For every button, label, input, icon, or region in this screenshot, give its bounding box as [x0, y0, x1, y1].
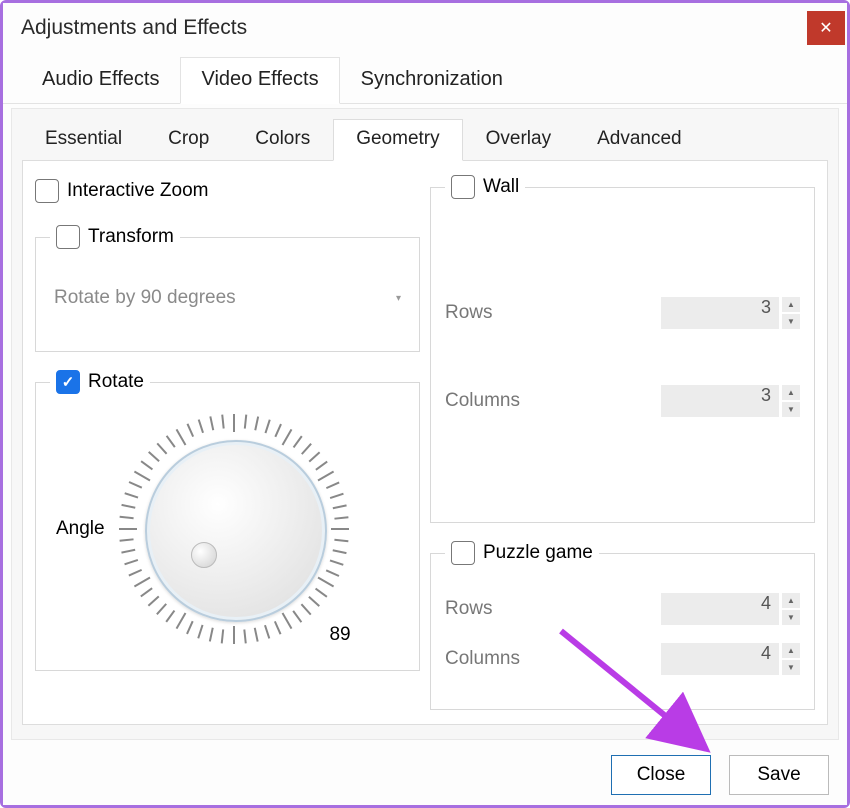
window-title: Adjustments and Effects — [21, 16, 247, 40]
wall-cols-label: Columns — [445, 390, 520, 412]
save-button[interactable]: Save — [729, 755, 829, 795]
tab-audio-effects[interactable]: Audio Effects — [21, 57, 180, 103]
tab-crop[interactable]: Crop — [145, 119, 232, 160]
caret-up-icon: ▲ — [787, 646, 795, 655]
puzzle-rows-label: Rows — [445, 598, 493, 620]
dial-face[interactable] — [145, 440, 327, 622]
dial-indicator-icon — [191, 542, 217, 568]
caret-up-icon: ▲ — [787, 596, 795, 605]
puzzle-checkbox[interactable] — [451, 541, 475, 565]
tab-overlay[interactable]: Overlay — [463, 119, 574, 160]
wall-rows-value[interactable]: 3 — [661, 297, 779, 329]
close-icon: ✕ — [819, 18, 832, 38]
wall-cols-down[interactable]: ▼ — [782, 402, 800, 417]
puzzle-rows-spinner[interactable]: 4 ▲ ▼ — [661, 593, 800, 625]
tab-colors[interactable]: Colors — [232, 119, 333, 160]
interactive-zoom-label: Interactive Zoom — [67, 180, 209, 202]
caret-down-icon: ▼ — [787, 317, 795, 326]
puzzle-label: Puzzle game — [483, 542, 593, 564]
puzzle-cols-value[interactable]: 4 — [661, 643, 779, 675]
interactive-zoom-checkbox[interactable] — [35, 179, 59, 203]
puzzle-rows-up[interactable]: ▲ — [782, 593, 800, 608]
rotate-checkbox[interactable] — [56, 370, 80, 394]
rotate-label: Rotate — [88, 371, 144, 393]
wall-cols-spinner[interactable]: 3 ▲ ▼ — [661, 385, 800, 417]
puzzle-rows-down[interactable]: ▼ — [782, 610, 800, 625]
caret-down-icon: ▼ — [787, 663, 795, 672]
puzzle-cols-down[interactable]: ▼ — [782, 660, 800, 675]
rotate-group: Rotate Angle 89 — [35, 370, 420, 671]
puzzle-cols-up[interactable]: ▲ — [782, 643, 800, 658]
wall-rows-down[interactable]: ▼ — [782, 314, 800, 329]
wall-rows-up[interactable]: ▲ — [782, 297, 800, 312]
tab-video-effects[interactable]: Video Effects — [180, 57, 339, 104]
caret-down-icon: ▼ — [787, 613, 795, 622]
caret-up-icon: ▲ — [787, 300, 795, 309]
sub-tab-bar: Essential Crop Colors Geometry Overlay A… — [22, 119, 828, 161]
angle-dial[interactable]: 89 — [119, 414, 349, 644]
wall-cols-value[interactable]: 3 — [661, 385, 779, 417]
chevron-down-icon: ▾ — [396, 293, 401, 304]
tab-geometry[interactable]: Geometry — [333, 119, 462, 161]
puzzle-group: Puzzle game Rows 4 ▲ ▼ Columns — [430, 541, 815, 710]
wall-checkbox[interactable] — [451, 175, 475, 199]
close-button[interactable]: Close — [611, 755, 711, 795]
transform-dropdown[interactable]: Rotate by 90 degrees ▾ — [50, 279, 405, 317]
main-tab-bar: Audio Effects Video Effects Synchronizat… — [3, 57, 847, 104]
wall-cols-up[interactable]: ▲ — [782, 385, 800, 400]
wall-rows-label: Rows — [445, 302, 493, 324]
puzzle-rows-value[interactable]: 4 — [661, 593, 779, 625]
angle-value: 89 — [329, 624, 350, 646]
wall-group: Wall Rows 3 ▲ ▼ — [430, 175, 815, 523]
caret-down-icon: ▼ — [787, 405, 795, 414]
wall-label: Wall — [483, 176, 519, 198]
dialog-footer: Close Save — [611, 755, 829, 795]
puzzle-cols-spinner[interactable]: 4 ▲ ▼ — [661, 643, 800, 675]
wall-rows-spinner[interactable]: 3 ▲ ▼ — [661, 297, 800, 329]
caret-up-icon: ▲ — [787, 388, 795, 397]
tab-essential[interactable]: Essential — [22, 119, 145, 160]
tab-advanced[interactable]: Advanced — [574, 119, 705, 160]
window-close-button[interactable]: ✕ — [807, 11, 845, 45]
geometry-panel: Interactive Zoom Transform Rotate by 90 … — [22, 161, 828, 725]
transform-group: Transform Rotate by 90 degrees ▾ — [35, 225, 420, 352]
transform-checkbox[interactable] — [56, 225, 80, 249]
tab-synchronization[interactable]: Synchronization — [340, 57, 524, 103]
interactive-zoom-row: Interactive Zoom — [35, 175, 420, 207]
title-bar: Adjustments and Effects ✕ — [3, 3, 847, 55]
puzzle-cols-label: Columns — [445, 648, 520, 670]
video-effects-panel: Essential Crop Colors Geometry Overlay A… — [11, 108, 839, 740]
transform-dropdown-value: Rotate by 90 degrees — [54, 287, 236, 309]
transform-label: Transform — [88, 226, 174, 248]
angle-label: Angle — [56, 518, 105, 540]
